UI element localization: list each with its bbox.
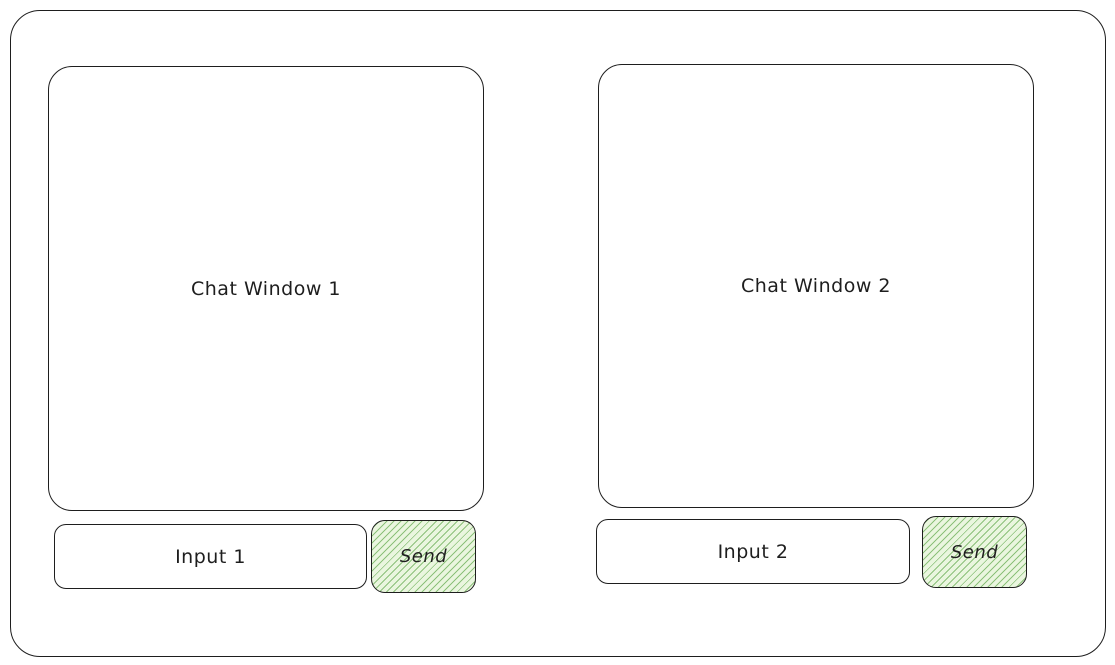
wireframe-canvas: Chat Window 1 Chat Window 2 Input 1 Send…	[0, 0, 1115, 665]
chat-window-2-label: Chat Window 2	[741, 275, 891, 297]
chat-window-2: Chat Window 2	[598, 64, 1034, 508]
input-field-2[interactable]: Input 2	[596, 519, 910, 584]
send-button-1-label: Send	[399, 546, 448, 567]
input-field-1-label: Input 1	[175, 545, 246, 568]
send-button-1[interactable]: Send	[371, 520, 476, 593]
input-field-1[interactable]: Input 1	[54, 524, 367, 589]
chat-window-1-label: Chat Window 1	[191, 277, 341, 300]
send-button-2[interactable]: Send	[922, 516, 1027, 588]
send-button-2-label: Send	[950, 541, 999, 563]
chat-window-1: Chat Window 1	[48, 66, 484, 511]
input-field-2-label: Input 2	[717, 540, 789, 563]
